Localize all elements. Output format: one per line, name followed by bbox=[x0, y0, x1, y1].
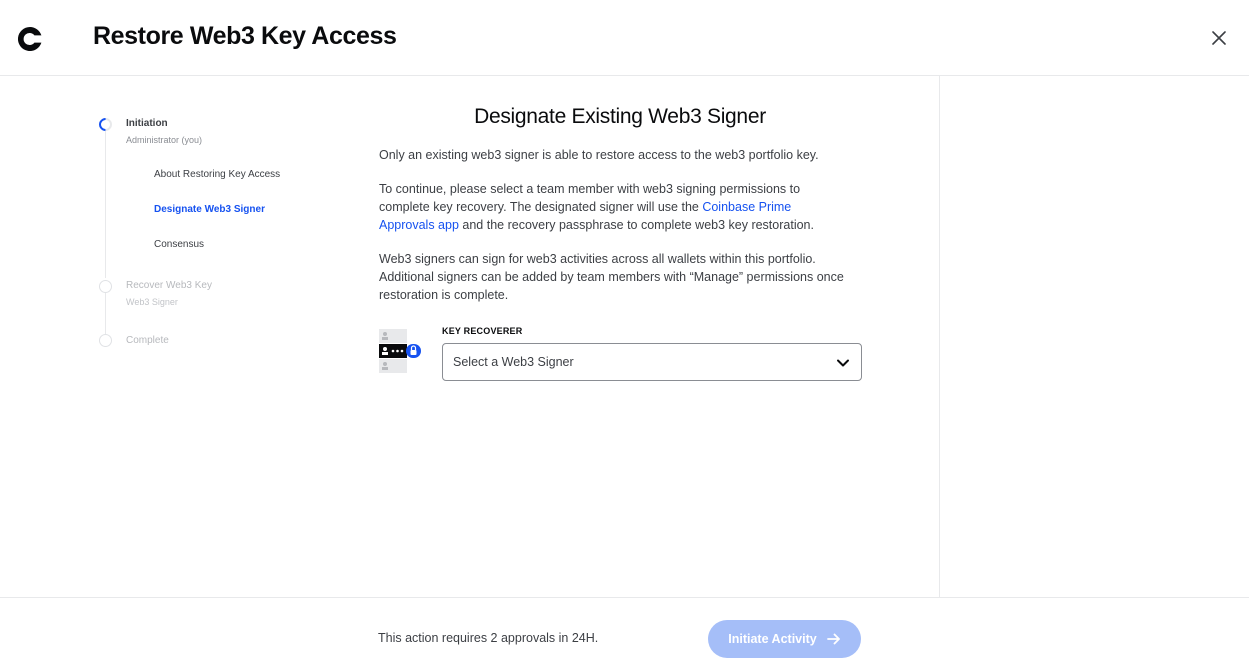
approval-requirement-note: This action requires 2 approvals in 24H. bbox=[378, 631, 599, 645]
step-indicator-active bbox=[96, 115, 115, 134]
stepper-connector bbox=[105, 131, 106, 278]
step-subtitle-initiation: Administrator (you) bbox=[126, 135, 203, 145]
step-subtitle-recover: Web3 Signer bbox=[126, 297, 178, 307]
step-indicator bbox=[99, 280, 112, 293]
web3-signer-select[interactable]: Select a Web3 Signer bbox=[442, 343, 862, 381]
close-icon bbox=[1212, 31, 1226, 45]
header: Restore Web3 Key Access bbox=[0, 0, 1249, 76]
select-placeholder: Select a Web3 Signer bbox=[453, 355, 574, 369]
right-panel-divider bbox=[939, 76, 940, 598]
step-title-recover: Recover Web3 Key bbox=[126, 280, 212, 291]
intro-paragraph: Only an existing web3 signer is able to … bbox=[379, 148, 819, 162]
step-indicator bbox=[99, 334, 112, 347]
signers-info-paragraph: Web3 signers can sign for web3 activitie… bbox=[379, 252, 844, 302]
key-recoverer-label: KEY RECOVERER bbox=[442, 326, 523, 336]
page-title: Restore Web3 Key Access bbox=[93, 22, 397, 50]
footer: This action requires 2 approvals in 24H.… bbox=[0, 597, 1249, 667]
chevron-down-icon bbox=[837, 359, 849, 367]
instructions-paragraph: To continue, please select a team member… bbox=[379, 180, 849, 234]
initiate-activity-label: Initiate Activity bbox=[728, 632, 817, 646]
progress-stepper: Initiation Administrator (you) About Res… bbox=[0, 76, 360, 376]
key-recoverer-icon bbox=[379, 329, 421, 373]
stepper-connector bbox=[105, 292, 106, 336]
step-title-complete: Complete bbox=[126, 335, 169, 346]
section-title: Designate Existing Web3 Signer bbox=[474, 105, 766, 128]
step-title-initiation: Initiation bbox=[126, 118, 168, 129]
instructions-text-end: and the recovery passphrase to complete … bbox=[458, 218, 814, 232]
arrow-right-icon bbox=[826, 633, 840, 645]
substep-consensus[interactable]: Consensus bbox=[154, 239, 204, 250]
initiate-activity-button[interactable]: Initiate Activity bbox=[708, 620, 861, 658]
substep-designate-signer[interactable]: Designate Web3 Signer bbox=[154, 204, 265, 215]
coinbase-logo-icon bbox=[17, 26, 42, 51]
close-button[interactable] bbox=[1205, 24, 1233, 52]
substep-about-restoring[interactable]: About Restoring Key Access bbox=[154, 169, 280, 180]
